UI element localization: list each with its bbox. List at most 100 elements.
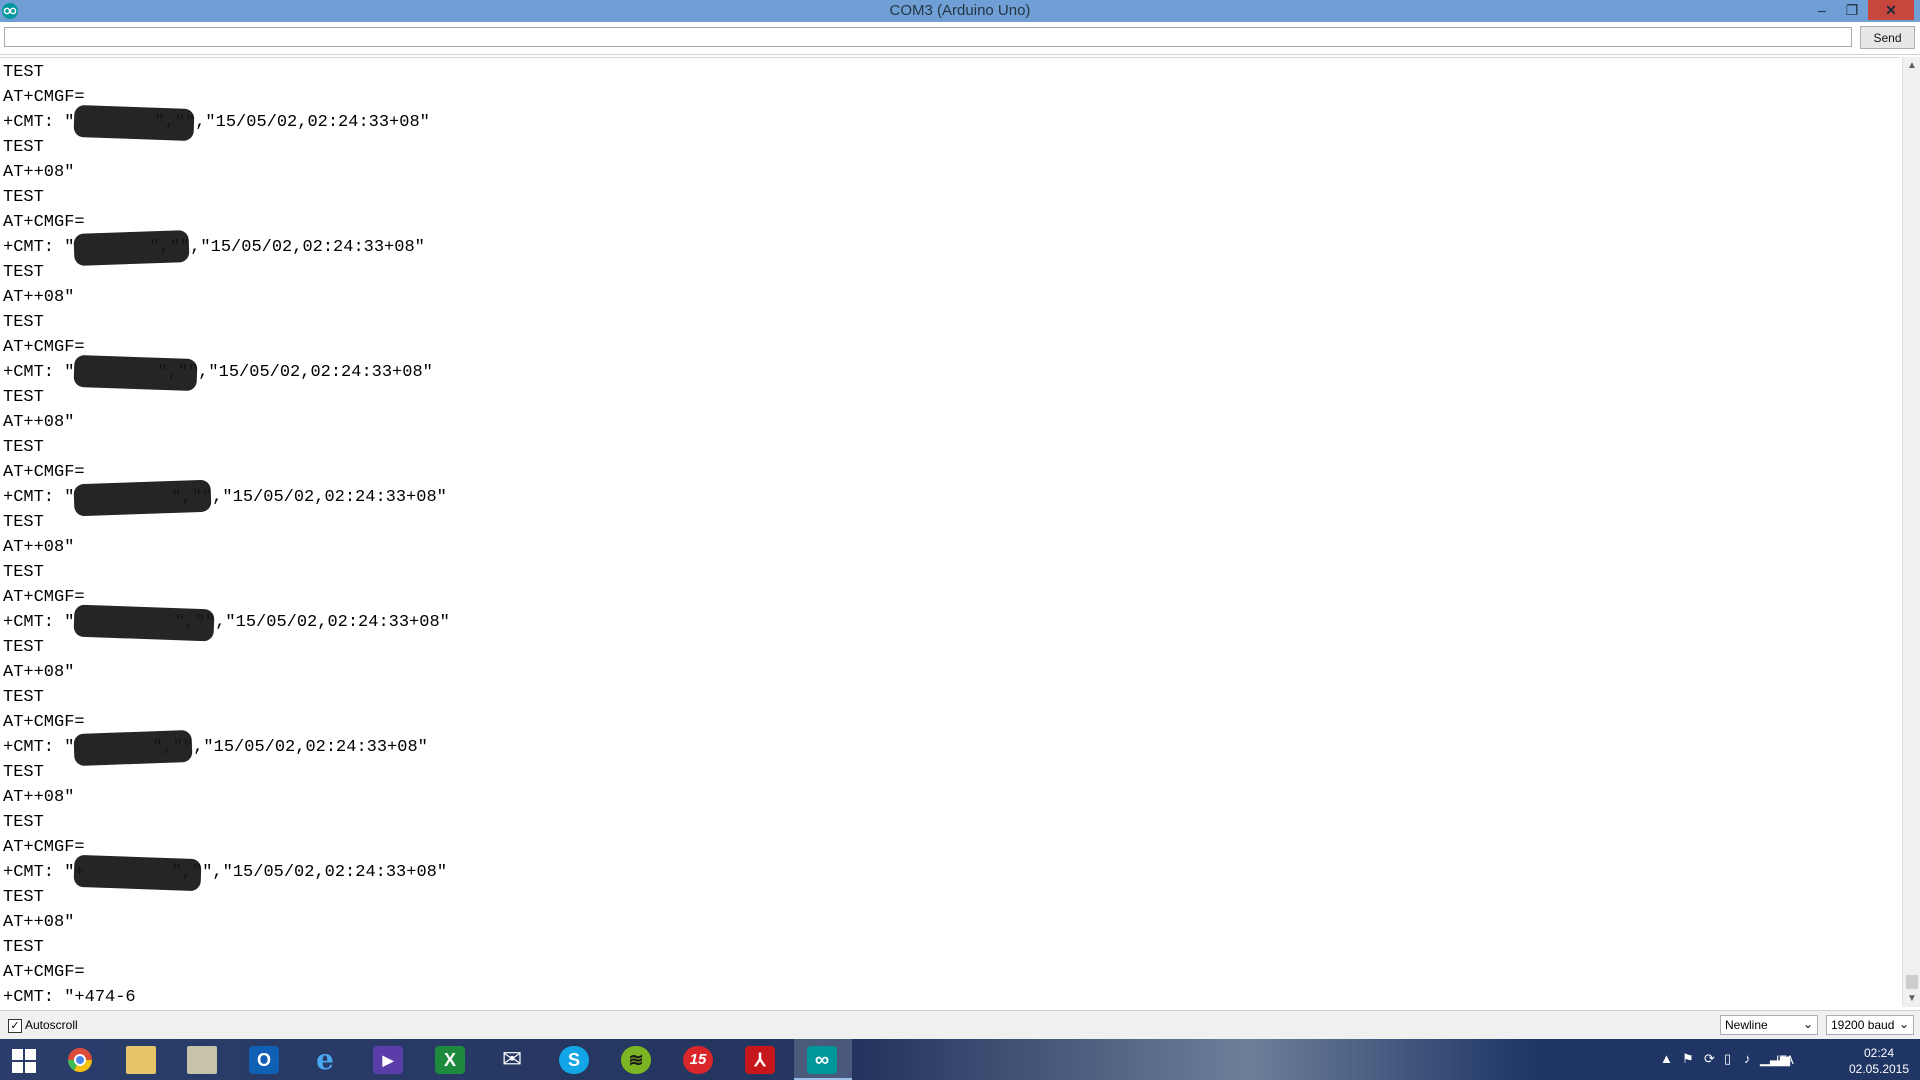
minimize-button[interactable]: – <box>1808 0 1836 20</box>
cmt-timestamp: ","","15/05/02,02:24:33+08" <box>171 488 447 507</box>
vs-icon: ▶ <box>373 1046 403 1074</box>
taskbar: O e ▶ X ✉ S ≋ 15 ⅄ ∞ ▲ ⚑ ⟳ ▯ ♪ ▁▃▅ ITA 0… <box>0 1039 1920 1080</box>
excel-icon: X <box>435 1046 465 1074</box>
close-button[interactable]: ✕ <box>1868 0 1914 20</box>
line-ending-select[interactable]: Newline ⌄ <box>1720 1015 1818 1035</box>
serial-output-line: +CMT: " ","","15/05/02,02:24:33+08" <box>3 613 450 633</box>
taskbar-mail[interactable]: ✉ <box>484 1039 542 1080</box>
arduino-icon: ∞ <box>807 1046 837 1074</box>
send-row: Send <box>0 22 1920 55</box>
redacted-phone-number <box>73 354 198 392</box>
title-bar: COM3 (Arduino Uno) – ❐ ✕ <box>0 0 1920 22</box>
taskbar-notepad[interactable] <box>174 1039 232 1080</box>
serial-output-line: AT++08" <box>3 163 75 182</box>
chrome-icon <box>68 1048 92 1073</box>
serial-output-line: TEST <box>3 763 44 782</box>
serial-output-line: +CMT: " ","","15/05/02,02:24:33+08" <box>3 488 447 508</box>
clock-time[interactable]: 02:24 <box>1844 1046 1914 1060</box>
windows-logo-icon <box>12 1049 36 1073</box>
action-center-flag-icon[interactable]: ⚑ <box>1682 1051 1694 1067</box>
serial-output-line: TEST <box>3 938 44 957</box>
taskbar-internet-explorer[interactable]: e <box>297 1039 355 1080</box>
serial-output-line: AT++08" <box>3 663 75 682</box>
serial-output-line: AT++08" <box>3 288 75 307</box>
serial-output-line: +CMT: "+ ","","15/05/02,02:24:33+08" <box>3 863 447 883</box>
autoscroll-checkbox[interactable]: ✓ <box>8 1019 22 1033</box>
cmt-timestamp: ","","15/05/02,02:24:33+08" <box>154 113 430 132</box>
serial-output-line: TEST <box>3 63 44 82</box>
serial-output-line: TEST <box>3 513 44 532</box>
badge-15-icon: 15 <box>683 1046 713 1074</box>
scroll-down-arrow-icon[interactable]: ▼ <box>1903 990 1920 1007</box>
redacted-phone-number <box>73 854 202 892</box>
serial-output-line: AT++08" <box>3 538 75 557</box>
taskbar-app-15[interactable]: 15 <box>670 1039 728 1080</box>
cmt-prefix: +CMT: " <box>3 613 75 632</box>
serial-output-line: AT+CMGF= <box>3 963 85 982</box>
redacted-phone-number <box>73 479 212 517</box>
serial-output-line: AT+CMGF= <box>3 338 85 357</box>
mail-icon: ✉ <box>501 1046 523 1073</box>
taskbar-chrome[interactable] <box>52 1039 110 1080</box>
serial-output-line: AT+CMGF= <box>3 588 85 607</box>
window-title: COM3 (Arduino Uno) <box>889 2 1031 19</box>
cmt-prefix: +CMT: " <box>3 238 75 257</box>
redacted-phone-number <box>73 104 195 142</box>
taskbar-spotify[interactable]: ≋ <box>608 1039 666 1080</box>
taskbar-arduino[interactable]: ∞ <box>794 1039 852 1080</box>
serial-output-line: TEST <box>3 563 44 582</box>
acrobat-icon: ⅄ <box>745 1046 775 1074</box>
serial-output-line: AT+CMGF= <box>3 463 85 482</box>
ie-icon: e <box>316 1043 334 1076</box>
device-icon[interactable]: ▯ <box>1724 1051 1731 1067</box>
cmt-timestamp: ","","15/05/02,02:24:33+08" <box>171 863 448 882</box>
restore-button[interactable]: ❐ <box>1838 0 1866 20</box>
redacted-phone-number <box>73 604 215 642</box>
start-button[interactable] <box>0 1039 58 1080</box>
input-language[interactable]: ITA <box>1776 1053 1794 1067</box>
serial-output-line: +CMT: " ","","15/05/02,02:24:33+08" <box>3 113 430 133</box>
serial-output[interactable]: TEST AT+CMGF= +CMT: " ","","15/05/02,02:24:… <box>0 57 1900 1008</box>
serial-output-line: TEST <box>3 638 44 657</box>
taskbar-acrobat[interactable]: ⅄ <box>732 1039 790 1080</box>
taskbar-skype[interactable]: S <box>546 1039 604 1080</box>
show-hidden-icons-icon[interactable]: ▲ <box>1660 1051 1673 1066</box>
serial-output-line: AT+CMGF= <box>3 88 85 107</box>
baud-rate-select[interactable]: 19200 baud ⌄ <box>1826 1015 1914 1035</box>
serial-output-line: AT+CMGF= <box>3 838 85 857</box>
serial-output-line: TEST <box>3 313 44 332</box>
serial-output-line: +CMT: " ","","15/05/02,02:24:33+08" <box>3 738 428 758</box>
cmt-prefix: +CMT: " <box>3 363 75 382</box>
taskbar-visual-studio[interactable]: ▶ <box>360 1039 418 1080</box>
serial-output-line: TEST <box>3 688 44 707</box>
chevron-down-icon: ⌄ <box>1802 1017 1813 1031</box>
cmt-timestamp: ","","15/05/02,02:24:33+08" <box>157 363 433 382</box>
clock-date[interactable]: 02.05.2015 <box>1844 1062 1914 1076</box>
system-tray: ▲ ⚑ ⟳ ▯ ♪ ▁▃▅ ITA 02:24 02.05.2015 <box>1600 1039 1920 1080</box>
serial-output-line: AT+CMGF= <box>3 713 85 732</box>
taskbar-outlook[interactable]: O <box>236 1039 294 1080</box>
serial-output-line: TEST <box>3 438 44 457</box>
vertical-scrollbar[interactable]: ▲ ▼ <box>1902 57 1920 1007</box>
volume-icon[interactable]: ♪ <box>1744 1051 1751 1066</box>
outlook-icon: O <box>249 1046 279 1074</box>
scroll-up-arrow-icon[interactable]: ▲ <box>1903 57 1920 74</box>
sync-icon[interactable]: ⟳ <box>1704 1051 1715 1067</box>
cmt-prefix: +CMT: " <box>3 738 75 757</box>
folder-icon <box>126 1046 156 1074</box>
serial-output-line: TEST <box>3 388 44 407</box>
taskbar-file-explorer[interactable] <box>113 1039 171 1080</box>
cmt-prefix: +CMT: " <box>3 488 75 507</box>
send-button[interactable]: Send <box>1860 26 1915 49</box>
serial-output-line: +CMT: "+474-6 <box>3 988 136 1007</box>
serial-output-line: +CMT: " ","","15/05/02,02:24:33+08" <box>3 363 433 383</box>
scroll-thumb[interactable] <box>1906 975 1918 989</box>
taskbar-excel[interactable]: X <box>422 1039 480 1080</box>
serial-output-line: TEST <box>3 263 44 282</box>
skype-icon: S <box>559 1046 589 1074</box>
serial-send-input[interactable] <box>4 27 1852 47</box>
serial-output-line: AT++08" <box>3 913 75 932</box>
serial-output-line: AT++08" <box>3 788 75 807</box>
redacted-phone-number <box>73 230 190 266</box>
cmt-prefix: +CMT: "+ <box>3 863 85 882</box>
